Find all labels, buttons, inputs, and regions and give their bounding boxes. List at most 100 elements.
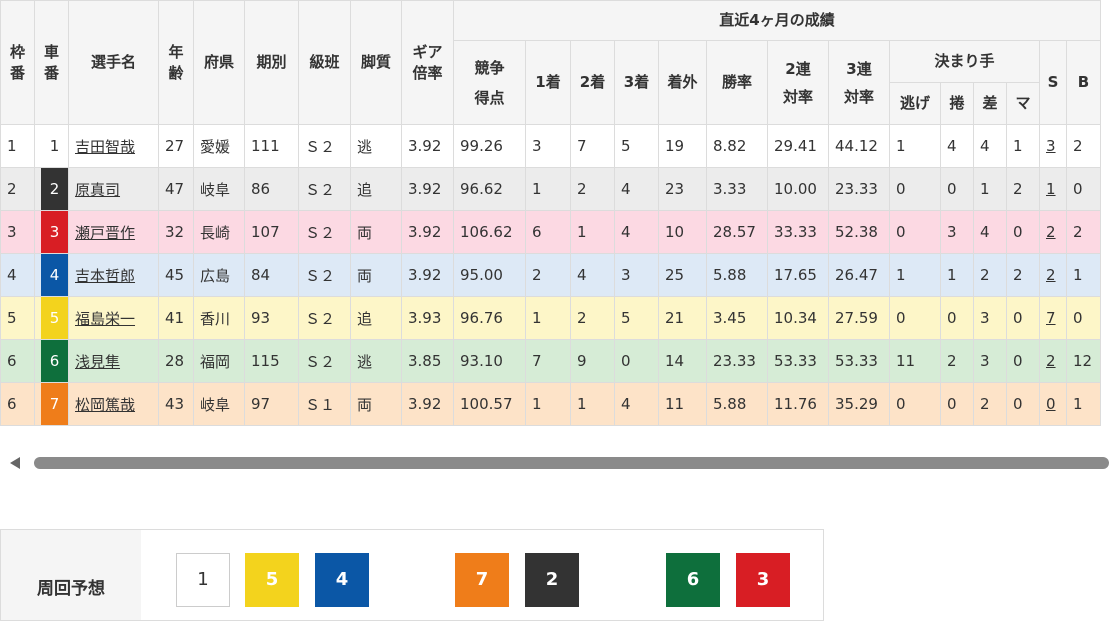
cell-car: 5 bbox=[34, 296, 69, 340]
round-chip: 4 bbox=[315, 553, 369, 607]
cell-gear: 3.92 bbox=[401, 382, 454, 426]
cell-waku: 5 bbox=[0, 296, 35, 340]
cell-r2: 29.41 bbox=[767, 124, 829, 168]
cell-name: 福島栄一 bbox=[68, 296, 159, 340]
cell-ma: 2 bbox=[1006, 253, 1040, 297]
header-kimarite: 決まり手 bbox=[889, 40, 1040, 83]
header-recent: 直近4ヶ月の成績 bbox=[453, 0, 1101, 41]
cell-s: 2 bbox=[1039, 210, 1067, 254]
s-count-link[interactable]: 1 bbox=[1046, 180, 1056, 198]
cell-score: 95.00 bbox=[453, 253, 526, 297]
cell-b: 1 bbox=[1066, 382, 1101, 426]
cell-term: 107 bbox=[244, 210, 299, 254]
car-number-badge: 7 bbox=[41, 383, 68, 425]
cell-ma: 1 bbox=[1006, 124, 1040, 168]
cell-pref: 岐阜 bbox=[193, 167, 245, 211]
cell-win: 3.33 bbox=[706, 167, 768, 211]
header-waku: 枠番 bbox=[0, 0, 35, 125]
cell-ma: 0 bbox=[1006, 382, 1040, 426]
table-row: 1 1 吉田智哉 27 愛媛 111 Ｓ２ 逃 3.92 99.26 3 7 5 19 8.82 29.41 4… bbox=[0, 124, 1101, 168]
cell-gear: 3.92 bbox=[401, 124, 454, 168]
cell-name: 浅見隼 bbox=[68, 339, 159, 383]
scrollbar-thumb[interactable] bbox=[34, 457, 1109, 469]
cell-makuri: 2 bbox=[940, 339, 974, 383]
racer-name-link[interactable]: 吉田智哉 bbox=[75, 138, 135, 156]
cell-score: 93.10 bbox=[453, 339, 526, 383]
cell-b: 0 bbox=[1066, 167, 1101, 211]
cell-car: 7 bbox=[34, 382, 69, 426]
cell-r2: 17.65 bbox=[767, 253, 829, 297]
header-makuri: 捲 bbox=[940, 82, 974, 125]
cell-gear: 3.92 bbox=[401, 253, 454, 297]
cell-out: 11 bbox=[658, 382, 707, 426]
cell-name: 瀬戸晋作 bbox=[68, 210, 159, 254]
cell-f2: 1 bbox=[570, 382, 615, 426]
cell-r2: 33.33 bbox=[767, 210, 829, 254]
cell-f2: 7 bbox=[570, 124, 615, 168]
cell-pref: 福岡 bbox=[193, 339, 245, 383]
cell-term: 93 bbox=[244, 296, 299, 340]
cell-gear: 3.92 bbox=[401, 167, 454, 211]
cell-b: 0 bbox=[1066, 296, 1101, 340]
cell-name: 原真司 bbox=[68, 167, 159, 211]
scroll-left-arrow-icon[interactable] bbox=[10, 457, 20, 469]
cell-f3: 5 bbox=[614, 124, 659, 168]
header-sashi: 差 bbox=[973, 82, 1007, 125]
cell-sashi: 1 bbox=[973, 167, 1007, 211]
cell-sashi: 4 bbox=[973, 210, 1007, 254]
s-count-link[interactable]: 2 bbox=[1046, 266, 1056, 284]
cell-age: 28 bbox=[158, 339, 194, 383]
cell-nige: 0 bbox=[889, 382, 941, 426]
s-count-link[interactable]: 0 bbox=[1046, 395, 1056, 413]
cell-f3: 4 bbox=[614, 382, 659, 426]
cell-out: 10 bbox=[658, 210, 707, 254]
racer-name-link[interactable]: 吉本哲郎 bbox=[75, 267, 135, 285]
cell-style: 追 bbox=[350, 167, 402, 211]
cell-makuri: 3 bbox=[940, 210, 974, 254]
horizontal-scrollbar[interactable] bbox=[0, 446, 1109, 482]
cell-car: 4 bbox=[34, 253, 69, 297]
car-number-badge: 5 bbox=[41, 297, 68, 339]
cell-makuri: 4 bbox=[940, 124, 974, 168]
header-third: 3着 bbox=[614, 40, 659, 125]
cell-f1: 1 bbox=[525, 296, 571, 340]
s-count-link[interactable]: 3 bbox=[1046, 137, 1056, 155]
racer-name-link[interactable]: 浅見隼 bbox=[75, 353, 120, 371]
cell-car: 1 bbox=[34, 124, 69, 168]
race-entry-table: 枠番 車番 選手名 年齢 府県 期別 級班 脚質 ギア倍率 直近4ヶ月の成績 競… bbox=[0, 0, 1101, 426]
header-rate3: 3連対率 bbox=[828, 40, 890, 125]
s-count-link[interactable]: 7 bbox=[1046, 309, 1056, 327]
cell-r3: 53.33 bbox=[828, 339, 890, 383]
s-count-link[interactable]: 2 bbox=[1046, 352, 1056, 370]
cell-sashi: 4 bbox=[973, 124, 1007, 168]
cell-makuri: 1 bbox=[940, 253, 974, 297]
cell-win: 3.45 bbox=[706, 296, 768, 340]
cell-ma: 0 bbox=[1006, 339, 1040, 383]
cell-age: 27 bbox=[158, 124, 194, 168]
racer-name-link[interactable]: 瀬戸晋作 bbox=[75, 224, 135, 242]
racer-name-link[interactable]: 原真司 bbox=[75, 181, 120, 199]
header-age: 年齢 bbox=[158, 0, 194, 125]
cell-sashi: 2 bbox=[973, 382, 1007, 426]
cell-nige: 11 bbox=[889, 339, 941, 383]
round-chip: 3 bbox=[736, 553, 790, 607]
cell-nige: 1 bbox=[889, 124, 941, 168]
cell-r2: 53.33 bbox=[767, 339, 829, 383]
cell-age: 43 bbox=[158, 382, 194, 426]
racer-name-link[interactable]: 福島栄一 bbox=[75, 310, 135, 328]
cell-age: 47 bbox=[158, 167, 194, 211]
cell-sashi: 3 bbox=[973, 339, 1007, 383]
cell-waku: 1 bbox=[0, 124, 35, 168]
car-number-badge: 2 bbox=[41, 168, 68, 210]
cell-s: 7 bbox=[1039, 296, 1067, 340]
s-count-link[interactable]: 2 bbox=[1046, 223, 1056, 241]
cell-class: Ｓ２ bbox=[298, 210, 351, 254]
table-row: 5 5 福島栄一 41 香川 93 Ｓ２ 追 3.93 96.76 1 2 5 21 3.45 10.34 27… bbox=[0, 296, 1101, 340]
cell-out: 21 bbox=[658, 296, 707, 340]
cell-style: 逃 bbox=[350, 339, 402, 383]
round-chip: 2 bbox=[525, 553, 579, 607]
cell-makuri: 0 bbox=[940, 167, 974, 211]
cell-car: 2 bbox=[34, 167, 69, 211]
racer-name-link[interactable]: 松岡篤哉 bbox=[75, 396, 135, 414]
cell-win: 5.88 bbox=[706, 382, 768, 426]
